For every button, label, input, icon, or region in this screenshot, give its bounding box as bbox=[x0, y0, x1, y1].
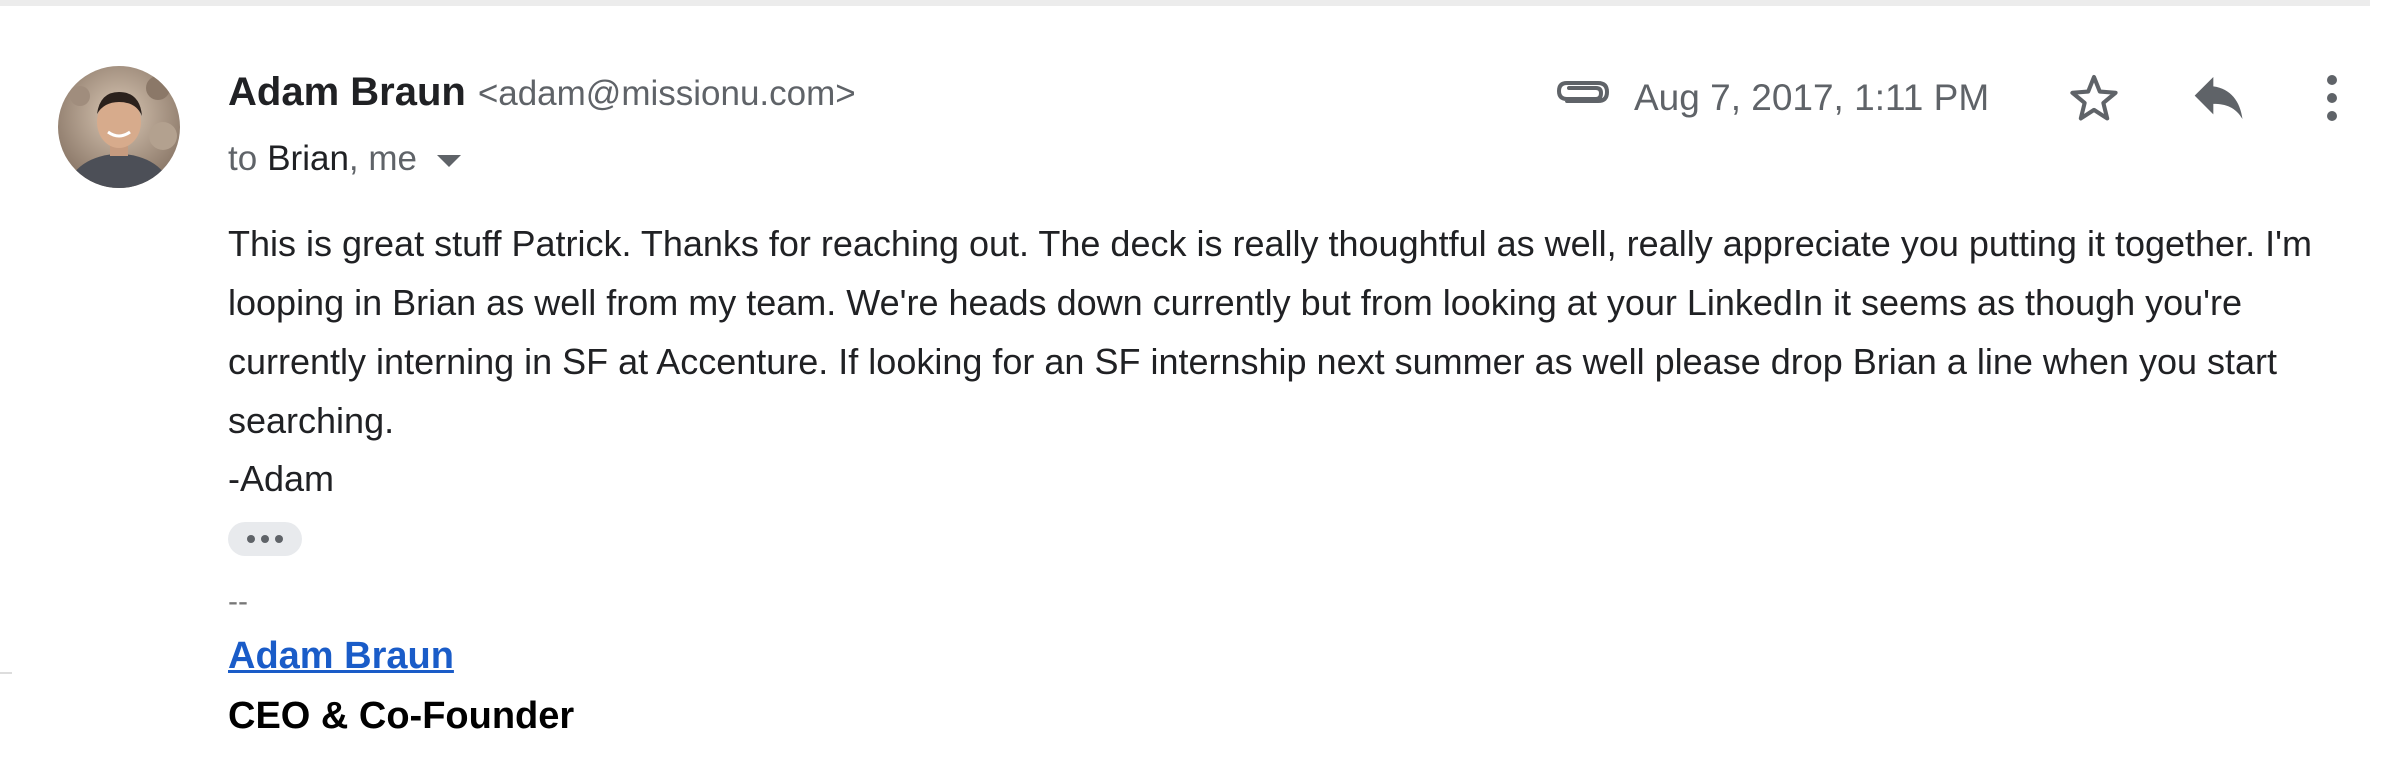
star-button[interactable] bbox=[2062, 66, 2126, 130]
recipient-brian: Brian bbox=[267, 139, 349, 178]
ellipsis-icon bbox=[247, 535, 255, 543]
signature-title: CEO & Co-Founder bbox=[228, 695, 575, 737]
ellipsis-icon bbox=[275, 535, 283, 543]
message-body-paragraph: This is great stuff Patrick. Thanks for … bbox=[228, 223, 2312, 441]
more-vertical-icon bbox=[2327, 75, 2337, 121]
reply-button[interactable] bbox=[2186, 66, 2250, 130]
sender-email: <adam@missionu.com> bbox=[477, 74, 856, 113]
chevron-down-icon[interactable] bbox=[437, 155, 461, 167]
avatar-photo bbox=[58, 66, 180, 188]
sender-avatar[interactable] bbox=[58, 66, 180, 188]
show-trimmed-content-button[interactable] bbox=[228, 522, 302, 556]
ellipsis-icon bbox=[261, 535, 269, 543]
paperclip-icon bbox=[1553, 74, 1613, 114]
recipients-to-label: to bbox=[228, 139, 258, 178]
recipients-rest: , me bbox=[348, 139, 417, 178]
message-body: This is great stuff Patrick. Thanks for … bbox=[228, 214, 2378, 450]
more-options-button[interactable] bbox=[2300, 66, 2364, 130]
sender-name[interactable]: Adam Braun bbox=[228, 70, 466, 115]
reply-icon bbox=[2194, 77, 2243, 119]
message-signoff: -Adam bbox=[228, 458, 335, 499]
top-divider bbox=[0, 0, 2370, 6]
signature-name-link[interactable]: Adam Braun bbox=[228, 630, 454, 682]
star-outline-icon bbox=[2070, 74, 2118, 121]
recipients-line: to Brian , me bbox=[228, 134, 461, 184]
sender-line: Adam Braun <adam@missionu.com> bbox=[228, 70, 856, 124]
message-date[interactable]: Aug 7, 2017, 1:11 PM bbox=[1634, 74, 1989, 122]
left-divider-tick bbox=[0, 672, 12, 674]
signature-separator: -- bbox=[228, 585, 248, 618]
